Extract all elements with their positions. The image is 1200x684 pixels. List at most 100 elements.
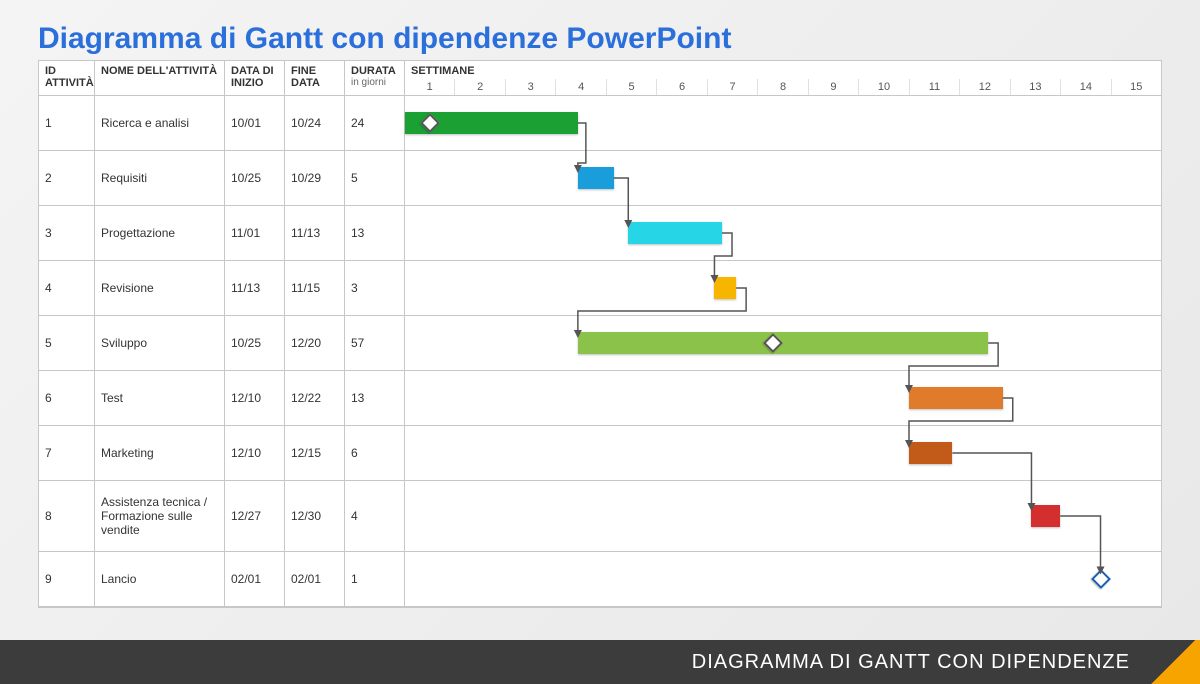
week-col: 15 <box>1112 79 1161 95</box>
cell-start: 10/25 <box>225 151 285 205</box>
chart-area <box>405 96 1161 150</box>
chart-area <box>405 371 1161 425</box>
gantt-bar <box>909 387 1003 409</box>
week-col: 11 <box>910 79 960 95</box>
gantt-bar <box>578 332 988 354</box>
header-weeks: SETTIMANE <box>405 61 1161 79</box>
chart-area <box>405 316 1161 370</box>
cell-duration: 13 <box>345 371 405 425</box>
cell-start: 12/10 <box>225 426 285 480</box>
gantt-bar <box>714 277 736 299</box>
cell-duration: 5 <box>345 151 405 205</box>
cell-id: 4 <box>39 261 95 315</box>
table-row: 1Ricerca e analisi10/0110/2424 <box>39 96 1161 151</box>
cell-end: 10/24 <box>285 96 345 150</box>
header-end: FINE DATA <box>285 61 345 95</box>
table-row: 4Revisione11/1311/153 <box>39 261 1161 316</box>
cell-name: Assistenza tecnica / Formazione sulle ve… <box>95 481 225 551</box>
cell-id: 3 <box>39 206 95 260</box>
cell-start: 11/01 <box>225 206 285 260</box>
table-row: 2Requisiti10/2510/295 <box>39 151 1161 206</box>
cell-start: 12/27 <box>225 481 285 551</box>
cell-name: Ricerca e analisi <box>95 96 225 150</box>
header-id: ID ATTIVITÀ <box>39 61 95 95</box>
header-name: NOME DELL'ATTIVITÀ <box>95 61 225 95</box>
page-title: Diagramma di Gantt con dipendenze PowerP… <box>38 22 731 56</box>
cell-duration: 57 <box>345 316 405 370</box>
gantt-bar <box>1031 505 1060 527</box>
table-row: 7Marketing12/1012/156 <box>39 426 1161 481</box>
gantt-chart: ID ATTIVITÀ NOME DELL'ATTIVITÀ DATA DI I… <box>38 60 1162 608</box>
table-row: 6Test12/1012/2213 <box>39 371 1161 426</box>
week-col: 13 <box>1011 79 1061 95</box>
table-row: 5Sviluppo10/2512/2057 <box>39 316 1161 371</box>
milestone-icon <box>1091 569 1111 589</box>
cell-start: 11/13 <box>225 261 285 315</box>
week-col: 3 <box>506 79 556 95</box>
cell-end: 02/01 <box>285 552 345 606</box>
week-col: 8 <box>758 79 808 95</box>
cell-start: 10/25 <box>225 316 285 370</box>
cell-name: Progettazione <box>95 206 225 260</box>
cell-name: Revisione <box>95 261 225 315</box>
chart-area <box>405 552 1161 606</box>
cell-name: Marketing <box>95 426 225 480</box>
cell-id: 5 <box>39 316 95 370</box>
week-col: 10 <box>859 79 909 95</box>
cell-duration: 1 <box>345 552 405 606</box>
chart-area <box>405 151 1161 205</box>
cell-name: Sviluppo <box>95 316 225 370</box>
cell-end: 11/15 <box>285 261 345 315</box>
cell-duration: 13 <box>345 206 405 260</box>
cell-end: 10/29 <box>285 151 345 205</box>
week-col: 12 <box>960 79 1010 95</box>
cell-id: 2 <box>39 151 95 205</box>
cell-id: 9 <box>39 552 95 606</box>
cell-end: 12/22 <box>285 371 345 425</box>
week-col: 5 <box>607 79 657 95</box>
cell-duration: 4 <box>345 481 405 551</box>
cell-start: 02/01 <box>225 552 285 606</box>
cell-name: Lancio <box>95 552 225 606</box>
table-row: 8Assistenza tecnica / Formazione sulle v… <box>39 481 1161 552</box>
header-duration: DURATA in giorni <box>345 61 405 95</box>
cell-id: 6 <box>39 371 95 425</box>
cell-name: Test <box>95 371 225 425</box>
cell-start: 12/10 <box>225 371 285 425</box>
gantt-bar <box>628 222 722 244</box>
gantt-bar <box>578 167 614 189</box>
cell-duration: 3 <box>345 261 405 315</box>
gantt-bar <box>909 442 952 464</box>
table-row: 3Progettazione11/0111/1313 <box>39 206 1161 261</box>
week-col: 14 <box>1061 79 1111 95</box>
week-col: 2 <box>455 79 505 95</box>
header-start: DATA DI INIZIO <box>225 61 285 95</box>
chart-area <box>405 261 1161 315</box>
cell-start: 10/01 <box>225 96 285 150</box>
week-col: 9 <box>809 79 859 95</box>
cell-end: 12/30 <box>285 481 345 551</box>
cell-end: 11/13 <box>285 206 345 260</box>
chart-area <box>405 206 1161 260</box>
cell-id: 7 <box>39 426 95 480</box>
cell-end: 12/15 <box>285 426 345 480</box>
table-row: 9Lancio02/0102/011 <box>39 552 1161 607</box>
week-col: 4 <box>556 79 606 95</box>
footer-bar: DIAGRAMMA DI GANTT CON DIPENDENZE <box>0 640 1200 684</box>
footer-accent-icon <box>1150 640 1200 684</box>
week-numbers: 123456789101112131415 <box>405 79 1161 95</box>
cell-duration: 6 <box>345 426 405 480</box>
week-col: 6 <box>657 79 707 95</box>
gantt-rows: 1Ricerca e analisi10/0110/24242Requisiti… <box>39 96 1161 607</box>
cell-id: 8 <box>39 481 95 551</box>
chart-area <box>405 426 1161 480</box>
cell-id: 1 <box>39 96 95 150</box>
week-col: 1 <box>405 79 455 95</box>
cell-end: 12/20 <box>285 316 345 370</box>
cell-duration: 24 <box>345 96 405 150</box>
cell-name: Requisiti <box>95 151 225 205</box>
week-col: 7 <box>708 79 758 95</box>
chart-area <box>405 481 1161 551</box>
footer-text: DIAGRAMMA DI GANTT CON DIPENDENZE <box>692 651 1130 674</box>
gantt-header: ID ATTIVITÀ NOME DELL'ATTIVITÀ DATA DI I… <box>39 61 1161 96</box>
